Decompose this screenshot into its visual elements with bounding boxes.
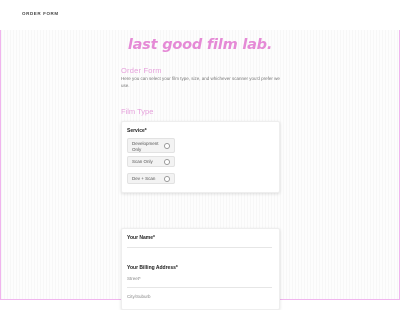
nav-link-order-form[interactable]: ORDER FORM [22, 11, 59, 16]
service-option-label: Scan Only [132, 159, 153, 164]
page-title: Order Form [121, 66, 162, 75]
billing-address-label: Your Billing Address* [127, 265, 178, 271]
radio-icon [164, 159, 170, 165]
radio-icon [164, 143, 170, 149]
service-label: Service* [127, 128, 147, 134]
customer-details-card: Your Name* Your Billing Address* Street*… [121, 228, 280, 310]
radio-icon [164, 176, 170, 182]
street-label: Street* [127, 276, 141, 281]
service-option-development-only[interactable]: Development Only [127, 138, 175, 153]
top-bar: ORDER FORM [0, 0, 400, 30]
service-option-label: Development Only [132, 140, 159, 152]
service-option-label: Dev + Scan [132, 176, 156, 181]
service-card: Service* Development Only Scan Only Dev … [121, 121, 280, 193]
service-option-scan-only[interactable]: Scan Only [127, 156, 175, 167]
service-option-dev-scan[interactable]: Dev + Scan [127, 173, 175, 184]
city-label: City/Suburb [127, 294, 151, 299]
name-input[interactable] [127, 247, 272, 248]
name-label: Your Name* [127, 235, 155, 241]
section-title-film-type: Film Type [121, 107, 154, 116]
brand-title: last good film lab. [127, 37, 273, 53]
page-description: Here you can select your film type, size… [121, 76, 280, 88]
street-input[interactable] [127, 287, 272, 288]
